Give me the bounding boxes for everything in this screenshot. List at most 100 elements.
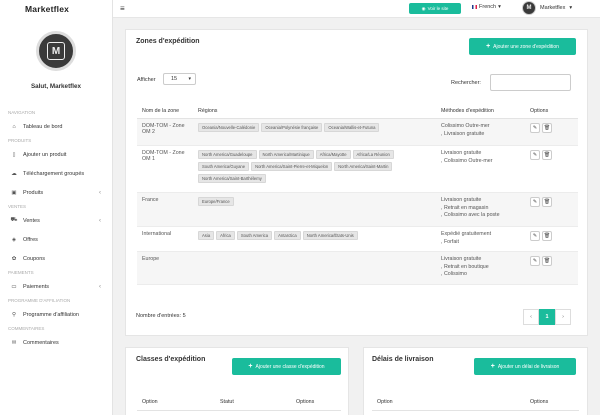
col-header-regions[interactable]: Régions <box>193 104 436 119</box>
nav-section-payments: PAIEMENTS <box>8 270 34 275</box>
sidebar-nav: NAVIGATION ⌂ Tableau de bord PRODUITS ▯ Aj… <box>0 108 112 352</box>
home-icon: ⌂ <box>12 123 16 130</box>
region-tag: Oceania/Wallis-et-Futuna <box>324 123 380 132</box>
user-avatar: M <box>522 1 536 15</box>
zone-options: ✎ 🗑 <box>525 118 578 146</box>
method-line: , Livraison gratuite <box>441 130 485 137</box>
pagination-page[interactable]: 1 <box>539 309 555 325</box>
edit-icon[interactable]: ✎ <box>530 197 540 207</box>
col-header-name[interactable]: Nom de la zone <box>137 104 193 119</box>
sidebar-item-add-product[interactable]: ▯ Ajouter un produit <box>0 145 112 164</box>
edit-icon[interactable]: ✎ <box>530 123 540 133</box>
trash-icon[interactable]: 🗑 <box>542 150 552 160</box>
zones-table: Nom de la zone Régions Méthodes d'expédi… <box>137 104 578 285</box>
brand-logo[interactable]: Marketflex <box>0 0 112 18</box>
trash-icon[interactable]: 🗑 <box>542 197 552 207</box>
topbar: ≡ ◉ Voir le site French ▾ M Marketflex ▾ <box>113 0 600 18</box>
col-header-option: Option <box>377 399 393 405</box>
edit-icon[interactable]: ✎ <box>530 150 540 160</box>
cloud-upload-icon: ☁ <box>11 170 17 177</box>
caret-down-icon: ▾ <box>188 76 191 82</box>
col-header-methods[interactable]: Méthodes d'expédition <box>436 104 525 119</box>
zone-name: DOM-TOM - Zone OM 2 <box>137 118 193 146</box>
shipping-classes-card: Classes d'expédition + Ajouter une classe… <box>125 347 349 415</box>
sidebar-item-payments[interactable]: ▭ Paiements ‹ <box>0 277 112 296</box>
method-line: , Colissimo Outre-mer <box>441 157 493 164</box>
table-row: International Asia Africa South America Ant… <box>137 226 578 252</box>
menu-toggle-icon[interactable]: ≡ <box>120 4 125 13</box>
region-tag: Africa <box>216 231 235 240</box>
sidebar-item-products[interactable]: ▣ Produits ‹ <box>0 183 112 202</box>
sidebar-item-comments[interactable]: ✉ Commentaires <box>0 333 112 352</box>
page-size-select[interactable]: 15 ▾ <box>163 73 196 85</box>
region-tag: Asia <box>198 231 215 240</box>
pagination-prev[interactable]: ‹ <box>523 309 539 325</box>
sidebar-item-label: Téléchargement groupés <box>23 170 85 177</box>
nav-section-sales: VENTES <box>8 204 27 209</box>
show-label: Afficher <box>137 77 156 83</box>
sidebar-item-offers[interactable]: ◈ Offres <box>0 230 112 249</box>
trash-icon[interactable]: 🗑 <box>542 231 552 241</box>
avatar[interactable]: M <box>36 31 76 71</box>
zone-name: International <box>137 226 193 252</box>
sidebar-item-affiliate[interactable]: ⚲ Programme d'affiliation <box>0 305 112 324</box>
sidebar-item-label: Offres <box>23 236 38 243</box>
region-tag: Africa/Mayotte <box>315 150 351 159</box>
region-tag: North America/Saint-Martin <box>334 162 393 171</box>
entries-info: Nombre d'entrées: 5 <box>136 313 186 319</box>
method-line: , Colissimo <box>441 271 467 277</box>
pagination: ‹ 1 › <box>523 309 571 325</box>
table-row: DOM-TOM - Zone OM 1 North America/Guadel… <box>137 145 578 193</box>
trash-icon[interactable]: 🗑 <box>542 123 552 133</box>
tag-icon: ◈ <box>11 236 17 243</box>
zone-name: France <box>137 192 193 227</box>
eye-icon: ◉ <box>421 5 426 11</box>
add-class-label: Ajouter une classe d'expédition <box>255 363 325 370</box>
sidebar-item-label: Commentaires <box>23 339 59 346</box>
add-class-button[interactable]: + Ajouter une classe d'expédition <box>232 358 341 375</box>
zone-name: DOM-TOM - Zone OM 1 <box>137 145 193 193</box>
sidebar-item-label: Ajouter un produit <box>23 151 67 158</box>
card-title: Zones d'expédition <box>136 38 200 45</box>
plus-icon: + <box>490 363 495 370</box>
sidebar-item-coupons[interactable]: ✿ Coupons <box>0 249 112 268</box>
edit-icon[interactable]: ✎ <box>530 231 540 241</box>
sidebar-item-bulk-upload[interactable]: ☁ Téléchargement groupés <box>0 164 112 183</box>
zone-methods: Livraison gratuite, Retrait en magasin, … <box>436 192 525 227</box>
col-header-options: Options <box>530 399 549 405</box>
zone-options: ✎ 🗑 <box>525 145 578 193</box>
table-row: France Europe/France Livraison gratuite,… <box>137 192 578 227</box>
sidebar-item-label: Coupons <box>23 255 46 262</box>
sidebar-item-dashboard[interactable]: ⌂ Tableau de bord <box>0 117 112 136</box>
add-zone-button[interactable]: + Ajouter une zone d'expédition <box>469 38 576 55</box>
comment-icon: ✉ <box>11 339 17 346</box>
sidebar-item-sales[interactable]: ⛟ Ventes ‹ <box>0 211 112 230</box>
nav-section-affiliation: PROGRAMME D'AFFILIATION <box>8 298 71 303</box>
divider <box>372 410 579 411</box>
card-title: Classes d'expédition <box>136 356 206 363</box>
visit-site-label: Voir le site <box>427 6 449 11</box>
search-input[interactable] <box>490 74 571 91</box>
method-line: , Retrait en magasin <box>441 204 489 211</box>
chevron-left-icon: ‹ <box>99 283 101 290</box>
zone-regions: Europe/France <box>193 192 436 227</box>
pagination-next[interactable]: › <box>555 309 571 325</box>
shipping-zones-card: Zones d'expédition + Ajouter une zone d'e… <box>125 29 588 336</box>
user-menu[interactable]: M Marketflex ▾ <box>522 1 572 15</box>
edit-icon[interactable]: ✎ <box>530 256 540 266</box>
table-row: Europe Livraison gratuite, Retrait en bo… <box>137 251 578 285</box>
visit-site-button[interactable]: ◉ Voir le site <box>409 3 461 14</box>
region-tag: Oceania/Nouvelle-Calédonie <box>198 123 260 132</box>
nav-section-navigation: NAVIGATION <box>8 110 36 115</box>
plus-icon: + <box>248 363 253 370</box>
gift-icon: ✿ <box>11 255 17 262</box>
language-selector[interactable]: French ▾ <box>472 4 501 10</box>
zone-methods: Expédié gratuitement, Forfait <box>436 226 525 252</box>
zone-methods: Livraison gratuite, Colissimo Outre-mer <box>436 145 525 193</box>
caret-down-icon: ▾ <box>498 4 501 10</box>
col-header-options: Options <box>296 399 315 405</box>
page-size-value: 15 <box>171 76 178 82</box>
add-delay-button[interactable]: + Ajouter un délai de livraison <box>474 358 576 375</box>
nav-section-products: PRODUITS <box>8 138 32 143</box>
trash-icon[interactable]: 🗑 <box>542 256 552 266</box>
